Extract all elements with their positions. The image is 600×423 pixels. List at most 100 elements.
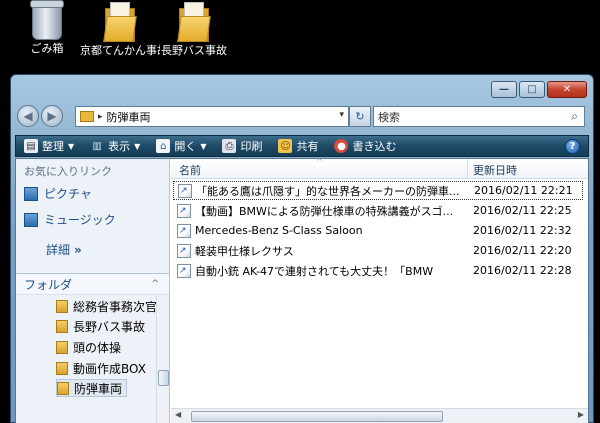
- favorite-music[interactable]: ミュージック: [24, 211, 116, 228]
- open-button[interactable]: ⌂ 開く ▼: [148, 136, 214, 156]
- file-name: Mercedes-Benz S-Class Saloon: [195, 224, 363, 237]
- file-name: 自動小銃 AK-47で連射されても大丈夫！「BMW: [195, 264, 434, 278]
- file-modified: 2016/02/11 22:25: [473, 204, 572, 217]
- views-label: 表示: [108, 140, 131, 153]
- navigation-bar: ◀ ▶ ▸ 防弾車両 ▾ ↻ 検索 ⌕: [17, 105, 587, 129]
- folder-tree-scrollbar[interactable]: [156, 296, 169, 423]
- desktop-icon-label: 京都てんかん事故: [80, 44, 160, 57]
- internet-shortcut-icon: [178, 183, 192, 198]
- tree-item[interactable]: 頭の体操: [56, 338, 125, 356]
- scroll-right-icon[interactable]: ▶: [578, 410, 584, 419]
- file-list: ^ 名前 更新日時 「能ある鷹は爪隠す」的な世界各メーカーの防弾車... 201…: [171, 157, 588, 423]
- address-bar[interactable]: ▸ 防弾車両 ▾: [75, 106, 349, 127]
- internet-shortcut-icon: [177, 263, 191, 278]
- search-input[interactable]: 検索 ⌕: [373, 106, 585, 127]
- file-name: 軽装甲仕様レクサス: [195, 244, 294, 258]
- tree-item-selected[interactable]: 防弾車両: [56, 379, 128, 397]
- search-placeholder: 検索: [378, 110, 400, 124]
- content-area: お気に入りリンク ピクチャ ミュージック 詳細» フォルダ ^ 総務省事務次官: [15, 157, 589, 423]
- burn-button[interactable]: ● 書き込む: [326, 136, 404, 156]
- details-label: 詳細: [46, 243, 71, 257]
- internet-shortcut-icon: [177, 203, 191, 218]
- print-button[interactable]: ⎙ 印刷: [214, 136, 270, 156]
- explorer-window: — □ ✕ ◀ ▶ ▸ 防弾車両 ▾ ↻ 検索 ⌕ ▤ 整理 ▼ ▥ 表示 ▼ …: [10, 74, 594, 423]
- file-name: 「能ある鷹は爪隠す」的な世界各メーカーの防弾車...: [196, 184, 460, 198]
- favorite-label: ミュージック: [44, 213, 116, 227]
- folder-icon: [56, 319, 68, 333]
- desktop-icon-label: 長野バス事故: [161, 44, 227, 57]
- breadcrumb-current[interactable]: 防弾車両: [107, 109, 151, 125]
- chevron-down-icon: ▼: [200, 141, 207, 151]
- folders-label: フォルダ: [24, 277, 73, 292]
- folder-icon: [56, 299, 68, 313]
- chevron-down-icon: ▼: [68, 141, 75, 151]
- file-list-scrollbar[interactable]: ◀ ▶: [171, 408, 588, 423]
- views-icon: ▥: [92, 140, 102, 152]
- desktop-icon-nagano-folder[interactable]: 長野バス事故: [154, 0, 234, 66]
- share-button[interactable]: ☺ 共有: [270, 136, 326, 156]
- maximize-button[interactable]: □: [519, 81, 545, 98]
- details-link[interactable]: 詳細»: [46, 241, 82, 258]
- printer-icon: ⎙: [222, 139, 237, 153]
- tree-item[interactable]: 長野バス事故: [56, 317, 149, 335]
- favorites-header: お気に入りリンク: [24, 165, 112, 178]
- scrollbar-thumb[interactable]: [158, 370, 169, 386]
- file-row[interactable]: 自動小銃 AK-47で連射されても大丈夫！「BMW 2016/02/11 22:…: [173, 261, 583, 280]
- desktop-icon-recycle-bin[interactable]: ごみ箱: [7, 0, 87, 64]
- close-button[interactable]: ✕: [547, 81, 587, 98]
- file-modified: 2016/02/11 22:21: [474, 184, 573, 197]
- refresh-button[interactable]: ↻: [349, 106, 371, 127]
- file-row[interactable]: 【動画】BMWによる防弾仕様車の特殊講義がスゴ... 2016/02/11 22…: [173, 201, 583, 220]
- help-button[interactable]: ?: [565, 139, 580, 154]
- chevron-down-icon[interactable]: ▾: [339, 110, 344, 120]
- file-name: 【動画】BMWによる防弾仕様車の特殊講義がスゴ...: [195, 204, 454, 218]
- desktop-icon-kyoto-folder[interactable]: 京都てんかん事故: [80, 0, 160, 66]
- file-modified: 2016/02/11 22:32: [473, 224, 572, 237]
- folder-icon: [57, 381, 69, 395]
- double-chevron-icon: »: [74, 243, 82, 257]
- command-toolbar: ▤ 整理 ▼ ▥ 表示 ▼ ⌂ 開く ▼ ⎙ 印刷 ☺ 共有 ● 書き込む ?: [15, 135, 589, 157]
- column-modified[interactable]: 更新日時: [473, 162, 517, 178]
- sort-indicator-icon: ^: [316, 157, 323, 166]
- column-divider[interactable]: [467, 159, 468, 179]
- organize-button[interactable]: ▤ 整理 ▼: [16, 136, 82, 156]
- folder-icon: [103, 2, 137, 42]
- organize-icon: ▤: [24, 139, 38, 153]
- folder-icon: [177, 2, 211, 42]
- search-icon[interactable]: ⌕: [571, 109, 578, 124]
- folder-icon: [80, 111, 94, 122]
- tree-item[interactable]: 総務省事務次官: [56, 297, 161, 315]
- tree-item[interactable]: 動画作成BOX: [56, 359, 150, 377]
- file-row[interactable]: Mercedes-Benz S-Class Saloon 2016/02/11 …: [173, 221, 583, 240]
- forward-button[interactable]: ▶: [41, 105, 63, 127]
- file-row[interactable]: 軽装甲仕様レクサス 2016/02/11 22:20: [173, 241, 583, 260]
- burn-label: 書き込む: [352, 140, 397, 153]
- file-modified: 2016/02/11 22:20: [473, 244, 572, 257]
- scrollbar-thumb[interactable]: [191, 411, 443, 422]
- chevron-up-icon: ^: [151, 279, 159, 289]
- internet-shortcut-icon: [177, 223, 191, 238]
- pictures-icon: [24, 186, 38, 201]
- internet-shortcut-icon: [177, 243, 191, 258]
- scroll-left-icon[interactable]: ◀: [175, 410, 181, 419]
- file-row[interactable]: 「能ある鷹は爪隠す」的な世界各メーカーの防弾車... 2016/02/11 22…: [173, 181, 583, 200]
- navigation-pane: お気に入りリンク ピクチャ ミュージック 詳細» フォルダ ^ 総務省事務次官: [16, 159, 170, 423]
- favorite-label: ピクチャ: [44, 187, 92, 201]
- folders-header[interactable]: フォルダ ^: [16, 273, 169, 295]
- column-name[interactable]: 名前: [179, 162, 201, 178]
- breadcrumb-separator-icon[interactable]: ▸: [98, 112, 103, 122]
- file-modified: 2016/02/11 22:28: [473, 264, 572, 277]
- desktop-icon-label: ごみ箱: [30, 42, 64, 55]
- window-controls: — □ ✕: [491, 81, 587, 98]
- favorite-pictures[interactable]: ピクチャ: [24, 185, 92, 202]
- print-label: 印刷: [240, 140, 263, 153]
- tree-item-label: 総務省事務次官: [73, 299, 158, 314]
- share-icon: ☺: [278, 139, 293, 153]
- views-button[interactable]: ▥ 表示 ▼: [82, 136, 148, 156]
- minimize-button[interactable]: —: [491, 81, 517, 98]
- chevron-down-icon: ▼: [134, 141, 141, 151]
- folder-tree: 総務省事務次官 長野バス事故 頭の体操 動画作成BOX 防弾車両: [16, 296, 157, 423]
- back-button[interactable]: ◀: [17, 105, 39, 127]
- share-label: 共有: [296, 140, 319, 153]
- organize-label: 整理: [42, 140, 64, 153]
